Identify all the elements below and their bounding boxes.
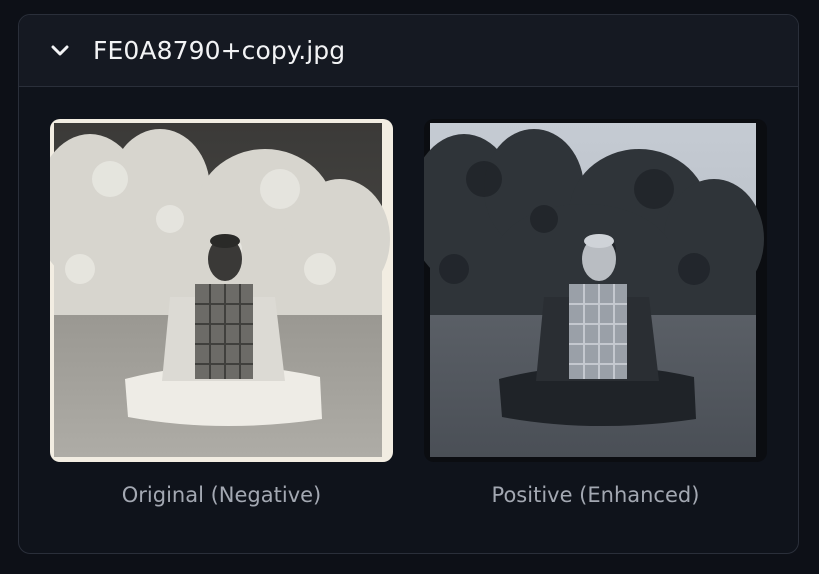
file-name: FE0A8790+copy.jpg — [93, 36, 346, 65]
original-negative-image[interactable] — [50, 119, 393, 462]
file-panel-header[interactable]: FE0A8790+copy.jpg — [19, 15, 798, 87]
file-preview-panel: FE0A8790+copy.jpg Original (Negative) Po… — [18, 14, 799, 554]
original-image-caption: Original (Negative) — [121, 483, 322, 507]
chevron-down-icon[interactable] — [49, 40, 71, 62]
positive-image-caption: Positive (Enhanced) — [491, 483, 700, 507]
positive-enhanced-image[interactable] — [424, 119, 767, 462]
